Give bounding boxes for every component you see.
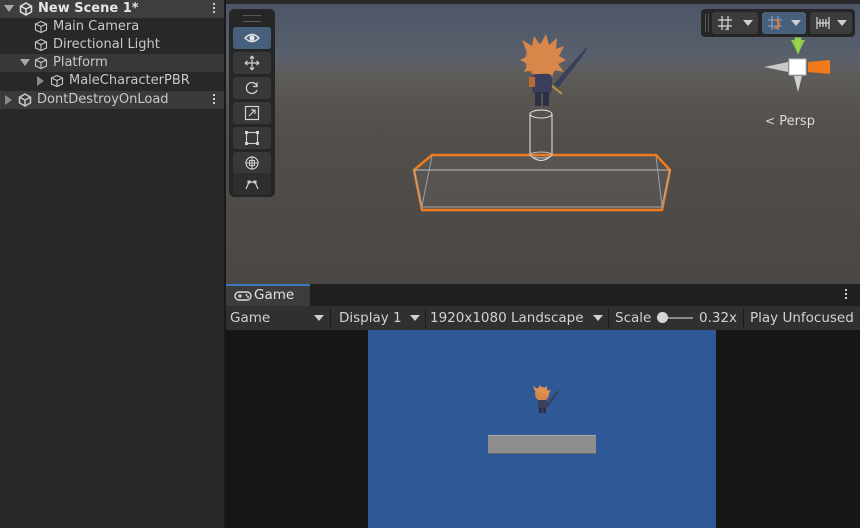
- game-tab-bar: Game: [226, 284, 860, 306]
- dontdestroyonload-label: DontDestroyOnLoad: [37, 92, 169, 107]
- game-platform: [488, 435, 596, 454]
- toolbar-grip-handle[interactable]: [705, 14, 709, 32]
- resolution-dropdown[interactable]: 1920x1080 Landscape: [430, 306, 608, 330]
- grid-snapping-button[interactable]: [762, 12, 806, 34]
- orientation-gizmo[interactable]: [758, 36, 838, 96]
- transform-tool-button[interactable]: [233, 152, 271, 174]
- eye-icon: [244, 33, 260, 43]
- scale-slider-thumb[interactable]: [657, 312, 668, 323]
- foldout-collapsed-icon[interactable]: [37, 76, 44, 86]
- rect-tool-button[interactable]: [233, 127, 271, 149]
- play-mode-dropdown[interactable]: Play Unfocused: [750, 306, 860, 330]
- chevron-down-icon: [314, 315, 324, 321]
- rect-transform-icon: [245, 131, 259, 145]
- hierarchy-item-platform[interactable]: Platform: [0, 54, 224, 72]
- rotate-icon: [245, 81, 258, 95]
- male-character-model: [520, 34, 588, 106]
- chevron-down-icon: [791, 20, 801, 26]
- custom-editor-tool-icon: [245, 180, 259, 190]
- move-arrows-icon: [244, 55, 260, 71]
- hierarchy-dontdestroyonload-row[interactable]: DontDestroyOnLoad: [0, 91, 224, 109]
- transform-icon: [245, 156, 259, 170]
- play-mode-value: Play Unfocused: [750, 310, 854, 326]
- scene-view[interactable]: z < Persp: [226, 0, 860, 284]
- projection-label: Persp: [779, 114, 815, 129]
- gameobject-cube-icon: [34, 38, 48, 52]
- game-mode-value: Game: [230, 310, 271, 326]
- scene-menu-icon[interactable]: [212, 3, 216, 15]
- game-view-area[interactable]: [226, 330, 860, 528]
- foldout-expanded-icon[interactable]: [20, 59, 30, 66]
- display-value: Display 1: [339, 310, 402, 326]
- game-render-canvas: [368, 330, 716, 528]
- projection-toggle[interactable]: < Persp: [765, 114, 815, 129]
- hierarchy-item-label: Platform: [53, 55, 108, 70]
- hierarchy-item-label: MaleCharacterPBR: [69, 73, 190, 88]
- grid-visibility-button[interactable]: z: [712, 12, 758, 34]
- grid-icon: z: [718, 16, 732, 31]
- scale-icon: [244, 105, 260, 121]
- chevron-down-icon: [743, 20, 753, 26]
- toolbar-divider: [743, 308, 744, 328]
- toolbar-divider: [425, 308, 426, 328]
- foldout-expanded-icon[interactable]: [4, 5, 14, 12]
- game-tab-menu-icon[interactable]: [844, 289, 848, 301]
- move-tool-button[interactable]: [233, 52, 271, 74]
- character-capsule-collider: [529, 109, 553, 161]
- unity-scene-icon: [18, 93, 32, 107]
- tab-game-label: Game: [254, 287, 295, 303]
- gamepad-icon: [234, 291, 252, 301]
- rotate-tool-button[interactable]: [233, 77, 271, 99]
- svg-text:z: z: [725, 23, 729, 31]
- tools-grip-handle[interactable]: [243, 15, 261, 22]
- tab-game[interactable]: Game: [226, 284, 310, 306]
- perspective-icon: <: [765, 114, 776, 128]
- hierarchy-item-directional-light[interactable]: Directional Light: [0, 36, 224, 54]
- unity-scene-icon: [19, 2, 33, 16]
- chevron-down-icon: [593, 315, 603, 321]
- dontdestroyonload-menu-icon[interactable]: [212, 94, 216, 106]
- scale-value: 0.32x: [699, 310, 738, 326]
- toolbar-divider: [608, 308, 609, 328]
- hierarchy-panel: New Scene 1* Main Camera Directional Lig…: [0, 0, 224, 528]
- game-character-sprite: [533, 385, 559, 413]
- increment-snap-icon: [816, 17, 830, 29]
- hierarchy-scene-row[interactable]: New Scene 1*: [0, 0, 224, 18]
- hierarchy-item-malecharacterpbr[interactable]: MaleCharacterPBR: [0, 72, 224, 90]
- hierarchy-item-main-camera[interactable]: Main Camera: [0, 18, 224, 36]
- display-dropdown[interactable]: Display 1: [339, 306, 425, 330]
- scene-overlay-toolbar: z: [701, 9, 855, 37]
- hierarchy-item-label: Directional Light: [53, 37, 160, 52]
- chevron-down-icon: [410, 315, 420, 321]
- custom-tool-button[interactable]: [233, 173, 271, 195]
- view-tool-button[interactable]: [233, 27, 271, 49]
- gameobject-cube-icon: [34, 20, 48, 34]
- gameobject-cube-icon: [34, 56, 48, 70]
- scale-tool-button[interactable]: [233, 102, 271, 124]
- resolution-value: 1920x1080 Landscape: [430, 310, 584, 326]
- game-mode-dropdown[interactable]: Game: [230, 306, 328, 330]
- gameobject-cube-icon: [50, 74, 64, 88]
- tools-overlay: [229, 9, 275, 197]
- scale-label: Scale: [615, 310, 652, 326]
- increment-snapping-button[interactable]: [810, 12, 852, 34]
- game-view-toolbar: Game Display 1 1920x1080 Landscape Scale…: [226, 306, 860, 331]
- scene-name: New Scene 1*: [38, 1, 139, 16]
- toolbar-divider: [330, 308, 331, 328]
- hierarchy-item-label: Main Camera: [53, 19, 140, 34]
- snap-grid-icon: [768, 16, 782, 30]
- platform-selection-outline: [412, 153, 672, 212]
- foldout-collapsed-icon[interactable]: [5, 95, 12, 105]
- chevron-down-icon: [837, 20, 847, 26]
